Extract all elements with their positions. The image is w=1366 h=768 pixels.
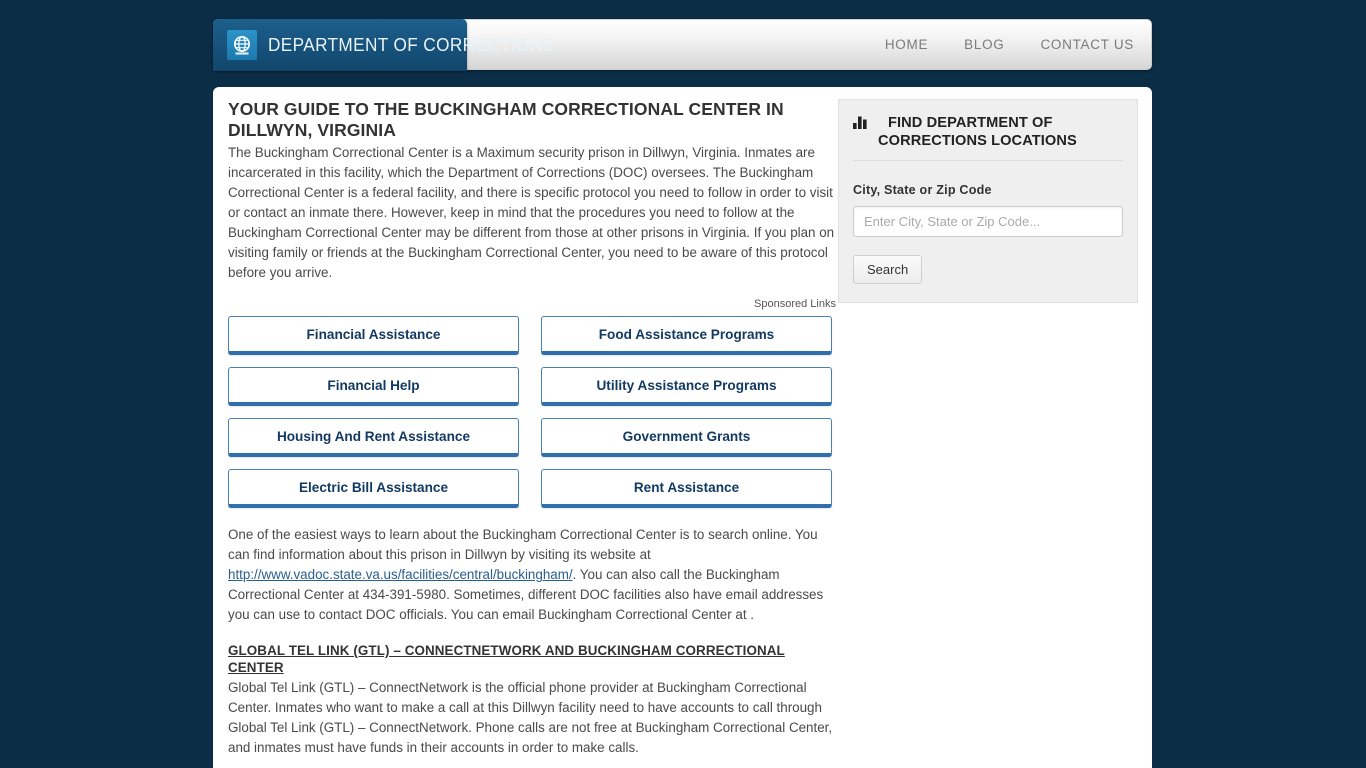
widget-title: FIND DEPARTMENT OF CORRECTIONS LOCATIONS (878, 115, 1077, 149)
nav-item-contact-us[interactable]: CONTACT US (1022, 37, 1152, 52)
sponsored-link-housing-and-rent-assistance[interactable]: Housing And Rent Assistance (228, 418, 519, 458)
sponsored-link-utility-assistance-programs[interactable]: Utility Assistance Programs (541, 367, 832, 407)
page-title: YOUR GUIDE TO THE BUCKINGHAM CORRECTIONA… (228, 99, 784, 140)
page-root: HOME BLOG CONTACT US DEPARTMENT OF CORRE… (0, 0, 1366, 768)
sponsored-link-financial-help[interactable]: Financial Help (228, 367, 519, 407)
content-container: YOUR GUIDE TO THE BUCKINGHAM CORRECTIONA… (213, 87, 1152, 768)
website-info-paragraph: One of the easiest ways to learn about t… (228, 525, 840, 625)
site-header: HOME BLOG CONTACT US DEPARTMENT OF CORRE… (0, 0, 1366, 90)
sponsored-link-financial-assistance[interactable]: Financial Assistance (228, 316, 519, 356)
sponsored-link-rent-assistance[interactable]: Rent Assistance (541, 469, 832, 509)
website-info-text-before: One of the easiest ways to learn about t… (228, 527, 818, 563)
sponsored-link-electric-bill-assistance[interactable]: Electric Bill Assistance (228, 469, 519, 509)
find-locations-widget: FIND DEPARTMENT OF CORRECTIONS LOCATIONS… (838, 99, 1138, 303)
location-field-label: City, State or Zip Code (853, 183, 992, 197)
sponsored-links-grid: Financial Assistance Food Assistance Pro… (228, 316, 840, 509)
sponsored-links-label: Sponsored Links (754, 298, 836, 311)
primary-navigation: HOME BLOG CONTACT US (0, 19, 1366, 70)
search-button[interactable]: Search (853, 255, 923, 284)
location-search-input[interactable] (853, 206, 1123, 237)
facility-website-link[interactable]: http://www.vadoc.state.va.us/facilities/… (228, 567, 573, 582)
gtl-section-paragraph: Global Tel Link (GTL) – ConnectNetwork i… (228, 680, 833, 756)
nav-item-home[interactable]: HOME (867, 37, 946, 52)
sponsored-link-government-grants[interactable]: Government Grants (541, 418, 832, 458)
main-content-column: YOUR GUIDE TO THE BUCKINGHAM CORRECTIONA… (228, 99, 840, 758)
sidebar: FIND DEPARTMENT OF CORRECTIONS LOCATIONS… (838, 99, 1138, 303)
bar-chart-icon (853, 116, 868, 134)
widget-header: FIND DEPARTMENT OF CORRECTIONS LOCATIONS (853, 114, 1123, 161)
nav-item-blog[interactable]: BLOG (946, 37, 1022, 52)
gtl-section-heading: GLOBAL TEL LINK (GTL) – CONNECTNETWORK A… (228, 643, 785, 676)
sponsored-link-food-assistance-programs[interactable]: Food Assistance Programs (541, 316, 832, 356)
article-intro-paragraph: The Buckingham Correctional Center is a … (228, 145, 835, 281)
